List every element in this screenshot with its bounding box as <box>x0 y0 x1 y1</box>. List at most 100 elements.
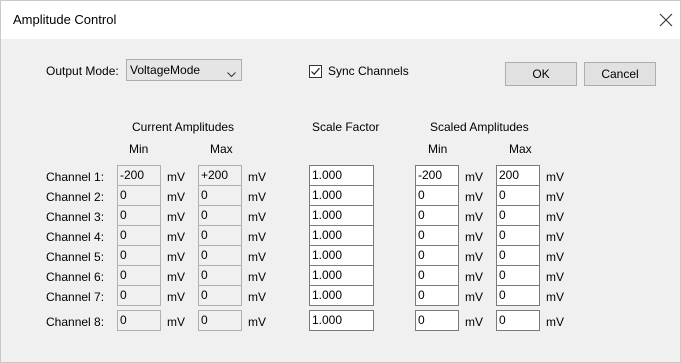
current-max-field: 0 <box>198 245 242 266</box>
channel-label: Channel 6: <box>46 270 105 284</box>
unit-label: mV <box>465 170 483 184</box>
current-max-field: 0 <box>198 205 242 226</box>
unit-label: mV <box>465 315 483 329</box>
scaled-max-input[interactable]: 0 <box>496 265 540 286</box>
unit-label: mV <box>167 170 185 184</box>
unit-label: mV <box>167 315 185 329</box>
chevron-down-icon <box>227 67 236 81</box>
unit-label: mV <box>167 290 185 304</box>
amplitude-control-dialog: Amplitude Control Output Mode: VoltageMo… <box>0 0 681 363</box>
unit-label: mV <box>248 290 266 304</box>
scale-factor-input[interactable]: 1.000 <box>309 205 374 226</box>
unit-label: mV <box>546 315 564 329</box>
unit-label: mV <box>465 190 483 204</box>
channel-label: Channel 8: <box>46 315 105 329</box>
output-mode-value: VoltageMode <box>130 63 201 77</box>
scaled-max-input[interactable]: 0 <box>496 225 540 246</box>
unit-label: mV <box>167 190 185 204</box>
current-max-field: 0 <box>198 185 242 206</box>
current-min-field: 0 <box>117 225 161 246</box>
current-min-header: Min <box>129 142 149 156</box>
scaled-max-input[interactable]: 0 <box>496 245 540 266</box>
channel-label: Channel 2: <box>46 190 105 204</box>
unit-label: mV <box>248 170 266 184</box>
ok-button[interactable]: OK <box>505 62 577 86</box>
channel-label: Channel 4: <box>46 230 105 244</box>
unit-label: mV <box>167 230 185 244</box>
current-min-field: 0 <box>117 205 161 226</box>
unit-label: mV <box>546 190 564 204</box>
current-max-header: Max <box>210 142 233 156</box>
channel-label: Channel 1: <box>46 170 105 184</box>
unit-label: mV <box>546 170 564 184</box>
scaled-max-input[interactable]: 0 <box>496 185 540 206</box>
scaled-min-input[interactable]: 0 <box>415 265 459 286</box>
current-min-field: 0 <box>117 185 161 206</box>
scaled-min-input[interactable]: 0 <box>415 310 459 331</box>
scaled-max-input[interactable]: 0 <box>496 205 540 226</box>
current-amplitudes-header: Current Amplitudes <box>132 120 235 134</box>
current-min-field: 0 <box>117 265 161 286</box>
unit-label: mV <box>248 315 266 329</box>
channel-label: Channel 5: <box>46 250 105 264</box>
cancel-button[interactable]: Cancel <box>584 62 656 86</box>
current-min-field: 0 <box>117 285 161 306</box>
window-title: Amplitude Control <box>13 12 117 27</box>
sync-channels-checkbox[interactable] <box>309 65 322 78</box>
current-max-field: 0 <box>198 285 242 306</box>
unit-label: mV <box>248 250 266 264</box>
scaled-max-header: Max <box>509 142 532 156</box>
current-max-field: 0 <box>198 310 242 331</box>
unit-label: mV <box>167 210 185 224</box>
unit-label: mV <box>248 230 266 244</box>
scale-factor-input[interactable]: 1.000 <box>309 225 374 246</box>
unit-label: mV <box>465 210 483 224</box>
unit-label: mV <box>465 250 483 264</box>
sync-channels-label: Sync Channels <box>328 64 409 78</box>
unit-label: mV <box>248 190 266 204</box>
scale-factor-input[interactable]: 1.000 <box>309 285 374 306</box>
scaled-min-input[interactable]: -200 <box>415 165 459 186</box>
current-max-field: 0 <box>198 265 242 286</box>
scale-factor-input[interactable]: 1.000 <box>309 310 374 331</box>
current-min-field: 0 <box>117 310 161 331</box>
unit-label: mV <box>465 290 483 304</box>
unit-label: mV <box>546 290 564 304</box>
scale-factor-input[interactable]: 1.000 <box>309 165 374 186</box>
scaled-max-input[interactable]: 0 <box>496 310 540 331</box>
current-min-field: 0 <box>117 245 161 266</box>
channel-label: Channel 3: <box>46 210 105 224</box>
current-min-field: -200 <box>117 165 161 186</box>
unit-label: mV <box>167 250 185 264</box>
channel-label: Channel 7: <box>46 290 105 304</box>
scaled-min-input[interactable]: 0 <box>415 205 459 226</box>
unit-label: mV <box>248 210 266 224</box>
unit-label: mV <box>167 270 185 284</box>
unit-label: mV <box>546 250 564 264</box>
close-icon[interactable] <box>659 13 673 27</box>
scaled-min-input[interactable]: 0 <box>415 285 459 306</box>
unit-label: mV <box>248 270 266 284</box>
scaled-max-input[interactable]: 0 <box>496 285 540 306</box>
scaled-min-input[interactable]: 0 <box>415 245 459 266</box>
unit-label: mV <box>546 210 564 224</box>
current-max-field: +200 <box>198 165 242 186</box>
unit-label: mV <box>546 270 564 284</box>
unit-label: mV <box>465 270 483 284</box>
scale-factor-input[interactable]: 1.000 <box>309 185 374 206</box>
scaled-min-input[interactable]: 0 <box>415 185 459 206</box>
scaled-max-input[interactable]: 200 <box>496 165 540 186</box>
current-max-field: 0 <box>198 225 242 246</box>
output-mode-select[interactable]: VoltageMode <box>126 59 242 81</box>
title-bar: Amplitude Control <box>1 1 680 39</box>
checkmark-icon <box>311 67 320 76</box>
scale-factor-header: Scale Factor <box>312 120 380 134</box>
unit-label: mV <box>546 230 564 244</box>
scaled-min-header: Min <box>428 142 448 156</box>
output-mode-label: Output Mode: <box>46 64 119 78</box>
unit-label: mV <box>465 230 483 244</box>
scaled-min-input[interactable]: 0 <box>415 225 459 246</box>
scale-factor-input[interactable]: 1.000 <box>309 245 374 266</box>
scale-factor-input[interactable]: 1.000 <box>309 265 374 286</box>
scaled-amplitudes-header: Scaled Amplitudes <box>430 120 529 134</box>
